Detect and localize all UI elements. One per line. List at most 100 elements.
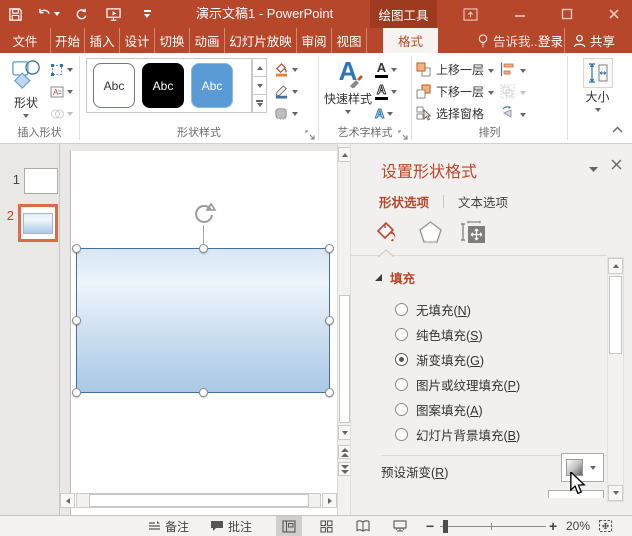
- shape-style-tile-2[interactable]: Abc: [142, 63, 184, 108]
- fill-option-solid-fill[interactable]: 纯色填充(S): [395, 325, 483, 343]
- tab-animations[interactable]: 动画: [190, 28, 225, 53]
- comments-button[interactable]: 批注: [210, 516, 252, 536]
- notes-button[interactable]: 备注: [148, 516, 189, 536]
- resize-handle-bottom-right[interactable]: [325, 388, 334, 397]
- zoom-level[interactable]: 20%: [566, 516, 590, 536]
- gallery-scroll-down-button[interactable]: [252, 77, 267, 95]
- slide-2-preview[interactable]: [18, 204, 58, 242]
- redo-button[interactable]: [66, 0, 96, 28]
- resize-handle-top-right[interactable]: [325, 244, 334, 253]
- text-box-button[interactable]: A: [48, 82, 75, 101]
- slideshow-view-button[interactable]: [387, 516, 413, 536]
- ribbon-display-options-button[interactable]: [455, 0, 485, 28]
- preset-gradient-dropdown[interactable]: [583, 465, 603, 470]
- tab-transitions[interactable]: 切换: [155, 28, 190, 53]
- tell-me-box[interactable]: 告诉我...: [477, 28, 541, 53]
- slide-canvas[interactable]: [60, 144, 351, 515]
- pane-tab-shape-options[interactable]: 形状选项: [379, 192, 429, 211]
- radio-no-fill[interactable]: [395, 302, 408, 316]
- selection-pane-button[interactable]: 选择窗格: [416, 104, 494, 123]
- effects-icon[interactable]: [416, 218, 444, 246]
- selected-rectangle-shape[interactable]: [76, 248, 330, 393]
- minimize-button[interactable]: [505, 0, 535, 28]
- undo-dropdown-caret[interactable]: [53, 12, 60, 16]
- rotation-handle[interactable]: [191, 201, 217, 227]
- fill-option-pattern-fill[interactable]: 图案填充(A): [395, 400, 483, 418]
- horizontal-scroll-thumb[interactable]: [89, 494, 309, 507]
- resize-handle-top-left[interactable]: [72, 244, 81, 253]
- shape-style-tile-3[interactable]: Abc: [191, 63, 233, 108]
- shapes-button[interactable]: 形状: [4, 56, 48, 126]
- normal-view-button[interactable]: [276, 516, 302, 536]
- radio-background-fill[interactable]: [395, 427, 408, 441]
- shape-effects-button[interactable]: [272, 104, 300, 123]
- pane-options-dropdown[interactable]: [589, 162, 598, 176]
- shape-style-tile-1[interactable]: Abc: [93, 63, 135, 108]
- maximize-button[interactable]: [552, 0, 582, 28]
- fill-option-picture-texture-fill[interactable]: 图片或纹理填充(P): [395, 375, 520, 393]
- tab-home[interactable]: 开始: [50, 28, 85, 53]
- tab-design[interactable]: 设计: [120, 28, 155, 53]
- scroll-left-button[interactable]: [60, 493, 75, 508]
- resize-handle-bottom-left[interactable]: [72, 388, 81, 397]
- resize-handle-top-center[interactable]: [199, 244, 208, 253]
- share-button[interactable]: 共享: [564, 28, 615, 53]
- rotate-button[interactable]: [500, 104, 527, 123]
- collapse-ribbon-button[interactable]: [611, 123, 624, 137]
- fit-to-window-button[interactable]: [598, 516, 613, 536]
- shape-styles-dialog-launcher[interactable]: [305, 130, 315, 140]
- zoom-slider-thumb[interactable]: [443, 520, 448, 533]
- zoom-slider-track[interactable]: [440, 526, 546, 527]
- slide-thumbnail-2-selected[interactable]: 2: [4, 204, 58, 242]
- pane-scrollbar[interactable]: [607, 257, 624, 502]
- quick-styles-button[interactable]: A 快速样式: [323, 56, 373, 126]
- radio-picture-fill[interactable]: [395, 377, 408, 391]
- wordart-dialog-launcher[interactable]: [398, 130, 408, 140]
- align-button[interactable]: [500, 60, 527, 79]
- tab-slideshow[interactable]: 幻灯片放映: [225, 28, 297, 53]
- size-button[interactable]: 大小: [575, 56, 621, 126]
- zoom-out-button[interactable]: −: [426, 516, 434, 536]
- pane-scroll-down-button[interactable]: [608, 485, 623, 501]
- fill-option-gradient-fill-selected[interactable]: 渐变填充(G): [395, 350, 484, 368]
- tab-format-active[interactable]: 格式: [383, 28, 438, 53]
- save-button[interactable]: [0, 0, 30, 28]
- tab-insert[interactable]: 插入: [85, 28, 120, 53]
- shape-fill-button[interactable]: [272, 60, 300, 79]
- send-backward-button[interactable]: 下移一层: [416, 82, 495, 101]
- radio-pattern-fill[interactable]: [395, 402, 408, 416]
- pane-scroll-thumb[interactable]: [609, 276, 622, 354]
- undo-button[interactable]: [30, 0, 66, 28]
- resize-handle-bottom-center[interactable]: [199, 388, 208, 397]
- slide-thumbnail-1[interactable]: 1: [10, 168, 58, 194]
- radio-gradient-fill[interactable]: [395, 352, 408, 366]
- shape-outline-button[interactable]: [272, 82, 300, 101]
- text-outline-button[interactable]: A: [373, 82, 399, 101]
- fill-section-header[interactable]: 填充: [375, 268, 415, 287]
- close-button[interactable]: [599, 0, 629, 28]
- bring-forward-button[interactable]: 上移一层: [416, 60, 495, 79]
- merge-shapes-button[interactable]: [48, 104, 75, 123]
- pane-close-button[interactable]: [611, 159, 622, 173]
- zoom-in-button[interactable]: +: [549, 516, 557, 536]
- tab-review[interactable]: 审阅: [297, 28, 332, 53]
- horizontal-scroll-track[interactable]: [76, 493, 321, 508]
- gallery-more-button[interactable]: [252, 95, 267, 113]
- text-effects-button[interactable]: A: [373, 104, 399, 123]
- size-properties-icon[interactable]: [459, 218, 487, 246]
- fill-line-icon[interactable]: [373, 218, 401, 246]
- scroll-right-button[interactable]: [322, 493, 337, 508]
- sign-in-button[interactable]: 登录: [538, 28, 563, 53]
- radio-solid-fill[interactable]: [395, 327, 408, 341]
- fill-option-no-fill[interactable]: 无填充(N): [395, 300, 471, 318]
- edit-shape-button[interactable]: [48, 60, 75, 79]
- start-slideshow-button[interactable]: [96, 0, 132, 28]
- pane-scroll-up-button[interactable]: [608, 258, 623, 274]
- vertical-scroll-thumb[interactable]: [339, 295, 350, 423]
- pane-tab-text-options[interactable]: 文本选项: [458, 192, 508, 211]
- slide-1-preview[interactable]: [24, 168, 58, 194]
- canvas-horizontal-scrollbar[interactable]: [60, 492, 337, 509]
- text-fill-button[interactable]: A: [373, 60, 399, 79]
- fill-option-slide-background-fill[interactable]: 幻灯片背景填充(B): [395, 425, 520, 443]
- resize-handle-middle-right[interactable]: [325, 316, 334, 325]
